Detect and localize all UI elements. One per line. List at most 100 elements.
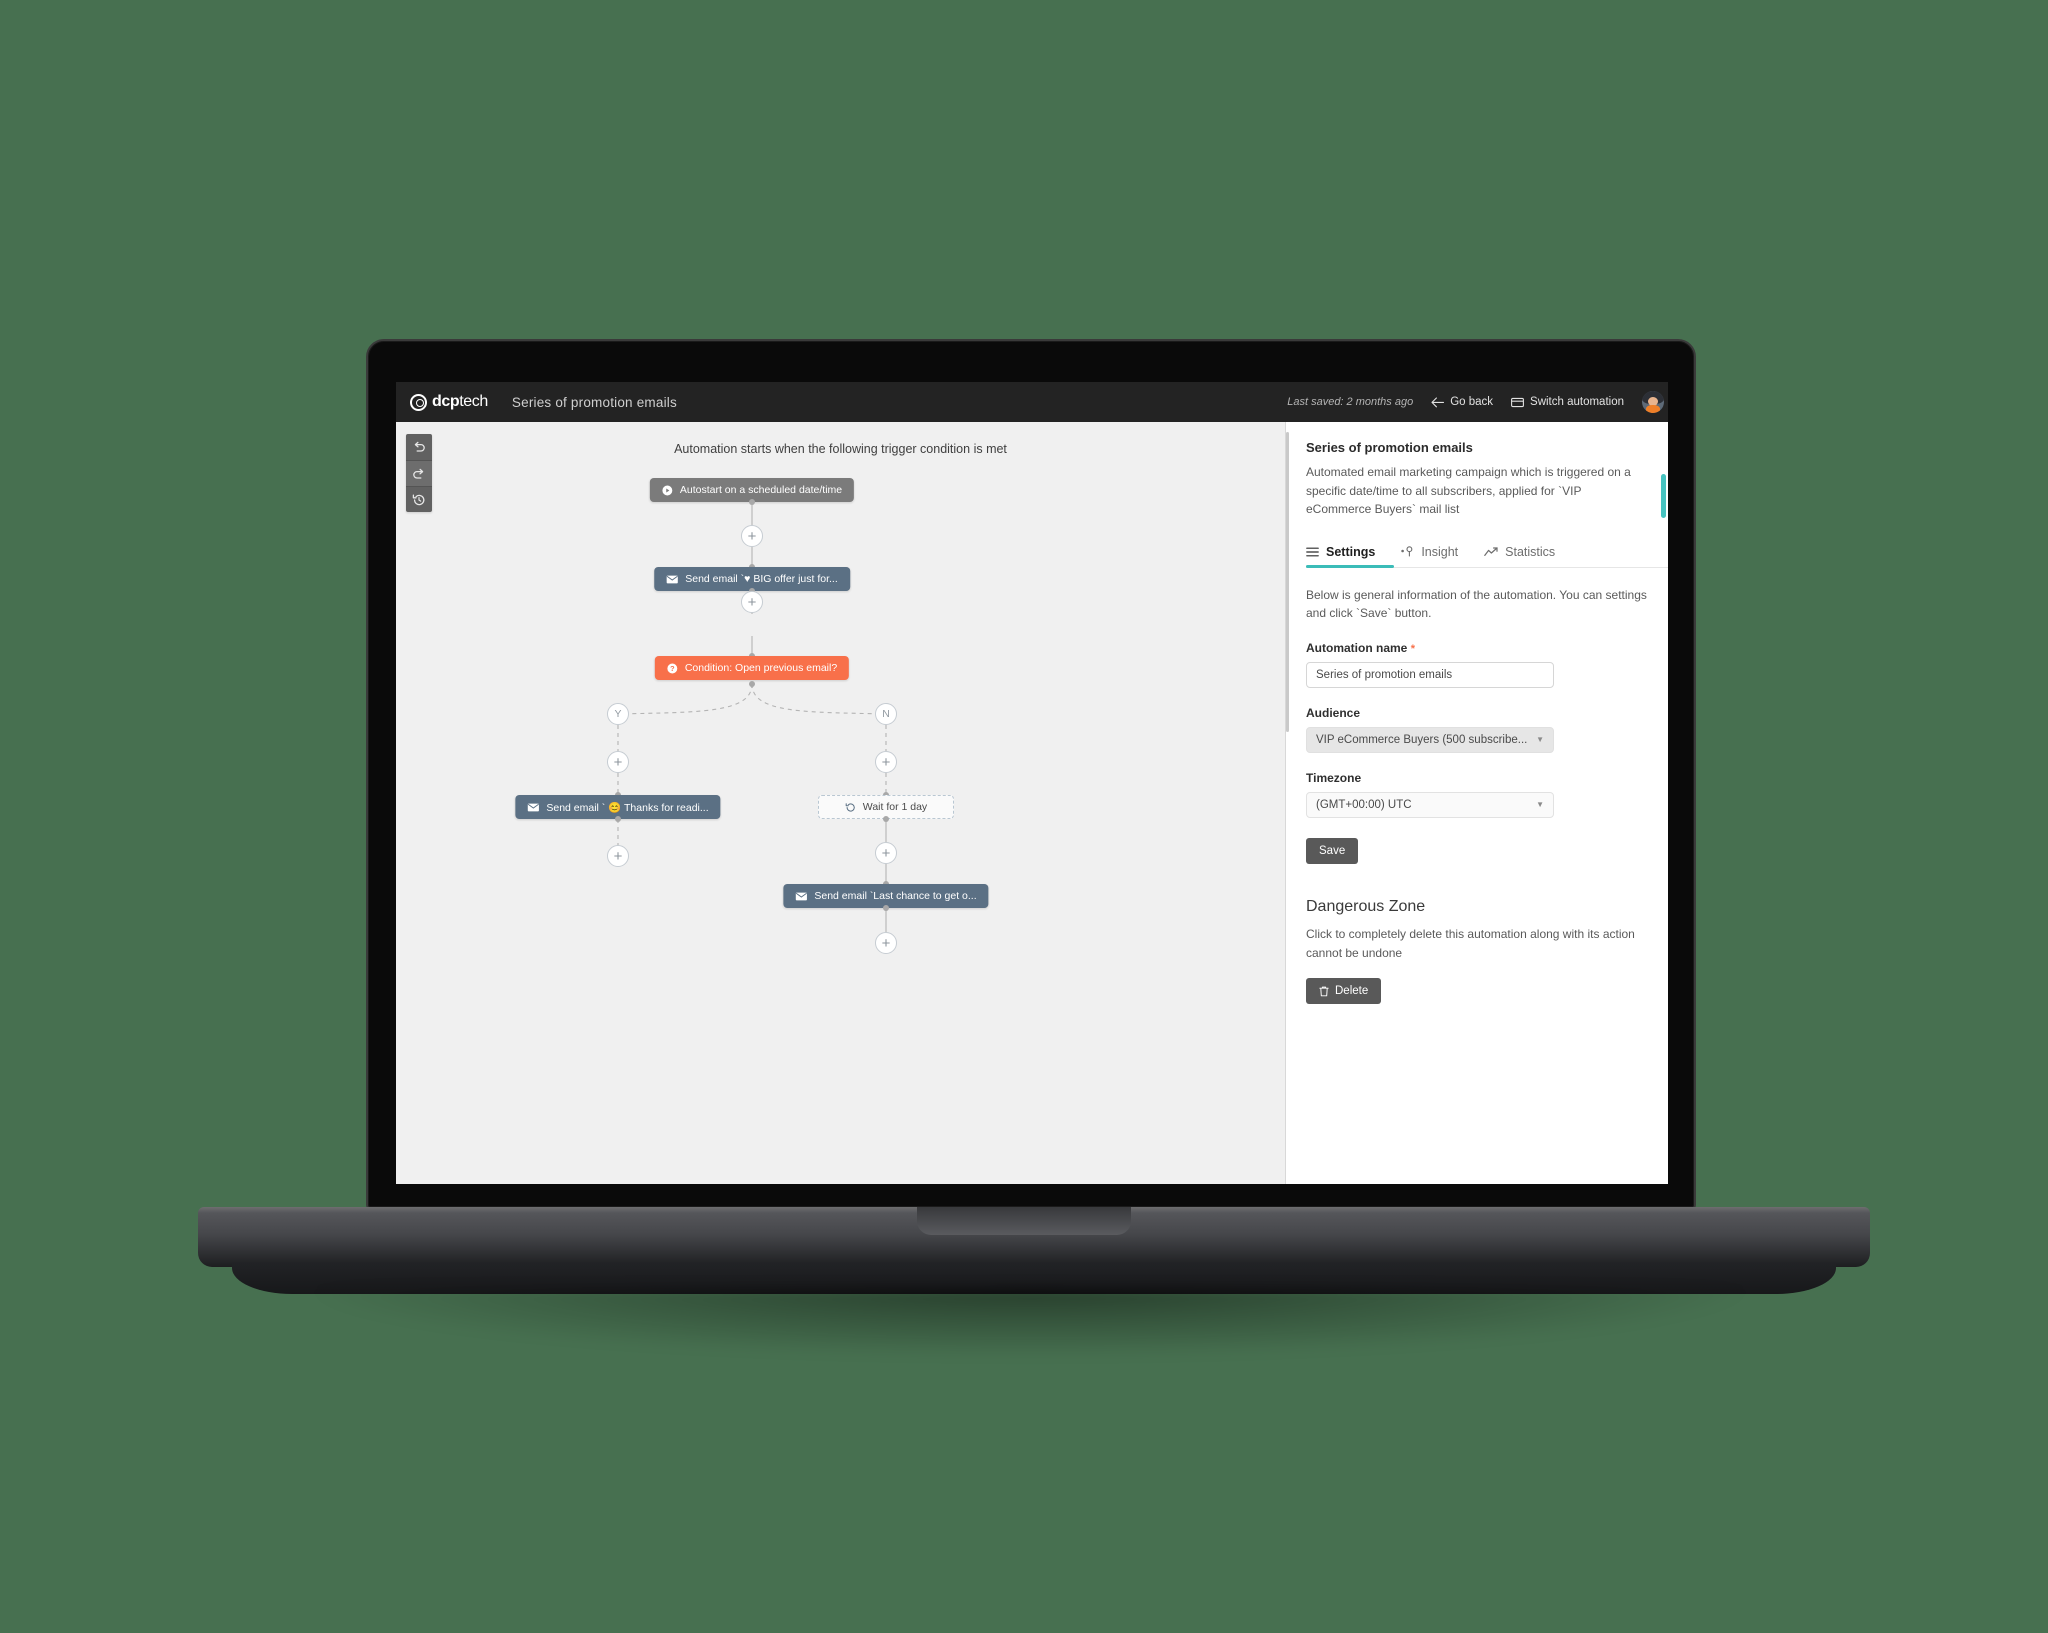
connector-dot xyxy=(749,499,755,505)
flow-node-condition-label: Condition: Open previous email? xyxy=(684,662,838,674)
play-circle-icon xyxy=(662,485,673,496)
active-tab-underline xyxy=(1306,564,1394,568)
brand-light: tech xyxy=(459,393,488,410)
save-label: Save xyxy=(1319,844,1346,857)
plus-icon: + xyxy=(747,593,757,611)
flow-node-email-3-label: Send email `Last chance to get o... xyxy=(814,890,977,902)
timezone-select[interactable]: (GMT+00:00) UTC ▼ xyxy=(1306,791,1554,818)
envelope-icon xyxy=(527,803,539,812)
question-circle-icon: ? xyxy=(667,663,678,674)
field-timezone: Timezone (GMT+00:00) UTC ▼ xyxy=(1306,771,1648,818)
branch-badge-no[interactable]: N xyxy=(875,703,897,725)
timezone-label: Timezone xyxy=(1306,770,1362,785)
add-step-button-7[interactable]: + xyxy=(875,932,897,954)
switch-automation-label: Switch automation xyxy=(1530,396,1624,408)
chart-line-icon xyxy=(1484,547,1498,557)
chevron-down-icon: ▼ xyxy=(1536,735,1544,745)
list-icon xyxy=(1306,547,1319,557)
audience-value: VIP eCommerce Buyers (500 subscribe... xyxy=(1316,733,1528,746)
audience-select[interactable]: VIP eCommerce Buyers (500 subscribe... ▼ xyxy=(1306,726,1554,753)
delete-button[interactable]: Delete xyxy=(1306,978,1382,1005)
tab-settings-label: Settings xyxy=(1326,544,1376,559)
brand-text: dcptech xyxy=(432,393,488,411)
last-saved-label: Last saved: 2 months ago xyxy=(1287,396,1414,408)
automation-name-label-text: Automation name xyxy=(1306,640,1408,655)
plus-icon: + xyxy=(881,844,891,862)
plus-icon: + xyxy=(881,934,891,952)
tab-statistics-label: Statistics xyxy=(1505,544,1556,559)
tab-statistics[interactable]: Statistics xyxy=(1484,545,1555,568)
flow-node-condition[interactable]: ? Condition: Open previous email? xyxy=(654,656,850,680)
flow-canvas[interactable]: Automation starts when the following tri… xyxy=(396,422,1286,1184)
clock-rewind-icon xyxy=(845,802,856,813)
flow-node-email-2-label: Send email ` 😊 Thanks for readi... xyxy=(546,801,709,814)
laptop-shadow xyxy=(300,1288,1760,1358)
branch-no-label: N xyxy=(882,708,890,720)
automation-name-value: Series of promotion emails xyxy=(1316,668,1453,681)
panel-title: Series of promotion emails xyxy=(1306,440,1473,455)
flow-node-trigger-label: Autostart on a scheduled date/time xyxy=(679,484,843,496)
settings-panel: Series of promotion emails Automated ema… xyxy=(1286,422,1668,1184)
automation-name-input[interactable]: Series of promotion emails xyxy=(1306,661,1554,688)
panel-description: Automated email marketing campaign which… xyxy=(1306,465,1631,517)
branch-yes-label: Y xyxy=(614,708,622,720)
add-step-button-3[interactable]: + xyxy=(607,751,629,773)
chevron-down-icon: ▼ xyxy=(1536,800,1544,810)
connector-dot xyxy=(615,816,621,822)
brand-logo[interactable]: dcptech xyxy=(410,393,488,411)
envelope-icon xyxy=(795,892,807,901)
app-header: dcptech Series of promotion emails Last … xyxy=(396,382,1668,422)
page-title: Series of promotion emails xyxy=(511,394,677,410)
header-actions: Last saved: 2 months ago Go back Switch … xyxy=(1287,391,1668,413)
dangerous-zone-title: Dangerous Zone xyxy=(1306,897,1426,915)
connector-dot xyxy=(749,681,755,687)
timezone-value: (GMT+00:00) UTC xyxy=(1316,798,1412,811)
app-body: Automation starts when the following tri… xyxy=(396,422,1668,1184)
avatar-body xyxy=(1645,404,1661,413)
add-step-button-4[interactable]: + xyxy=(875,751,897,773)
add-step-button-2[interactable]: + xyxy=(741,591,763,613)
go-back-label: Go back xyxy=(1450,396,1494,408)
panel-tabs: Settings Insight Statistics xyxy=(1306,544,1668,568)
field-audience: Audience VIP eCommerce Buyers (500 subsc… xyxy=(1306,706,1648,753)
add-step-button-5[interactable]: + xyxy=(607,845,629,867)
brand-bold: dcp xyxy=(432,393,460,410)
trash-icon xyxy=(1319,986,1329,997)
dangerous-zone-text: Click to completely delete this automati… xyxy=(1306,926,1635,960)
switch-automation-button[interactable]: Switch automation xyxy=(1511,396,1624,408)
flow-node-wait-label: Wait for 1 day xyxy=(862,801,928,813)
delete-label: Delete xyxy=(1335,985,1369,998)
laptop-mockup: dcptech Series of promotion emails Last … xyxy=(0,0,2048,1633)
go-back-button[interactable]: Go back xyxy=(1431,396,1493,408)
avatar[interactable] xyxy=(1642,391,1664,413)
svg-text:?: ? xyxy=(670,664,675,673)
dcptech-logo-icon xyxy=(410,393,427,411)
branch-badge-yes[interactable]: Y xyxy=(607,703,629,725)
tab-insight[interactable]: Insight xyxy=(1401,545,1458,568)
field-automation-name: Automation name * Series of promotion em… xyxy=(1306,641,1648,688)
panel-scrollbar-right[interactable] xyxy=(1661,474,1666,518)
required-marker: * xyxy=(1410,642,1415,655)
panel-help-text: Below is general information of the auto… xyxy=(1306,587,1647,621)
connector-dot xyxy=(883,816,889,822)
automation-name-label: Automation name * xyxy=(1306,641,1648,655)
insight-icon xyxy=(1401,546,1414,557)
panel-scrollbar-left[interactable] xyxy=(1286,432,1289,732)
envelope-icon xyxy=(666,575,678,584)
add-step-button-6[interactable]: + xyxy=(875,842,897,864)
plus-icon: + xyxy=(613,753,623,771)
arrow-left-icon xyxy=(1431,396,1445,408)
save-button[interactable]: Save xyxy=(1306,837,1359,864)
plus-icon: + xyxy=(881,753,891,771)
plus-icon: + xyxy=(747,527,757,545)
plus-icon: + xyxy=(613,847,623,865)
laptop-screen: dcptech Series of promotion emails Last … xyxy=(396,382,1668,1184)
connector-dot xyxy=(883,905,889,911)
flow-diagram: Autostart on a scheduled date/time + Sen… xyxy=(396,422,1285,1184)
add-step-button-1[interactable]: + xyxy=(741,525,763,547)
switch-icon xyxy=(1511,397,1524,408)
laptop-base-notch xyxy=(917,1207,1131,1235)
flow-node-email-1-label: Send email `♥ BIG offer just for... xyxy=(685,573,838,585)
audience-label: Audience xyxy=(1306,705,1361,720)
tab-insight-label: Insight xyxy=(1421,544,1459,559)
